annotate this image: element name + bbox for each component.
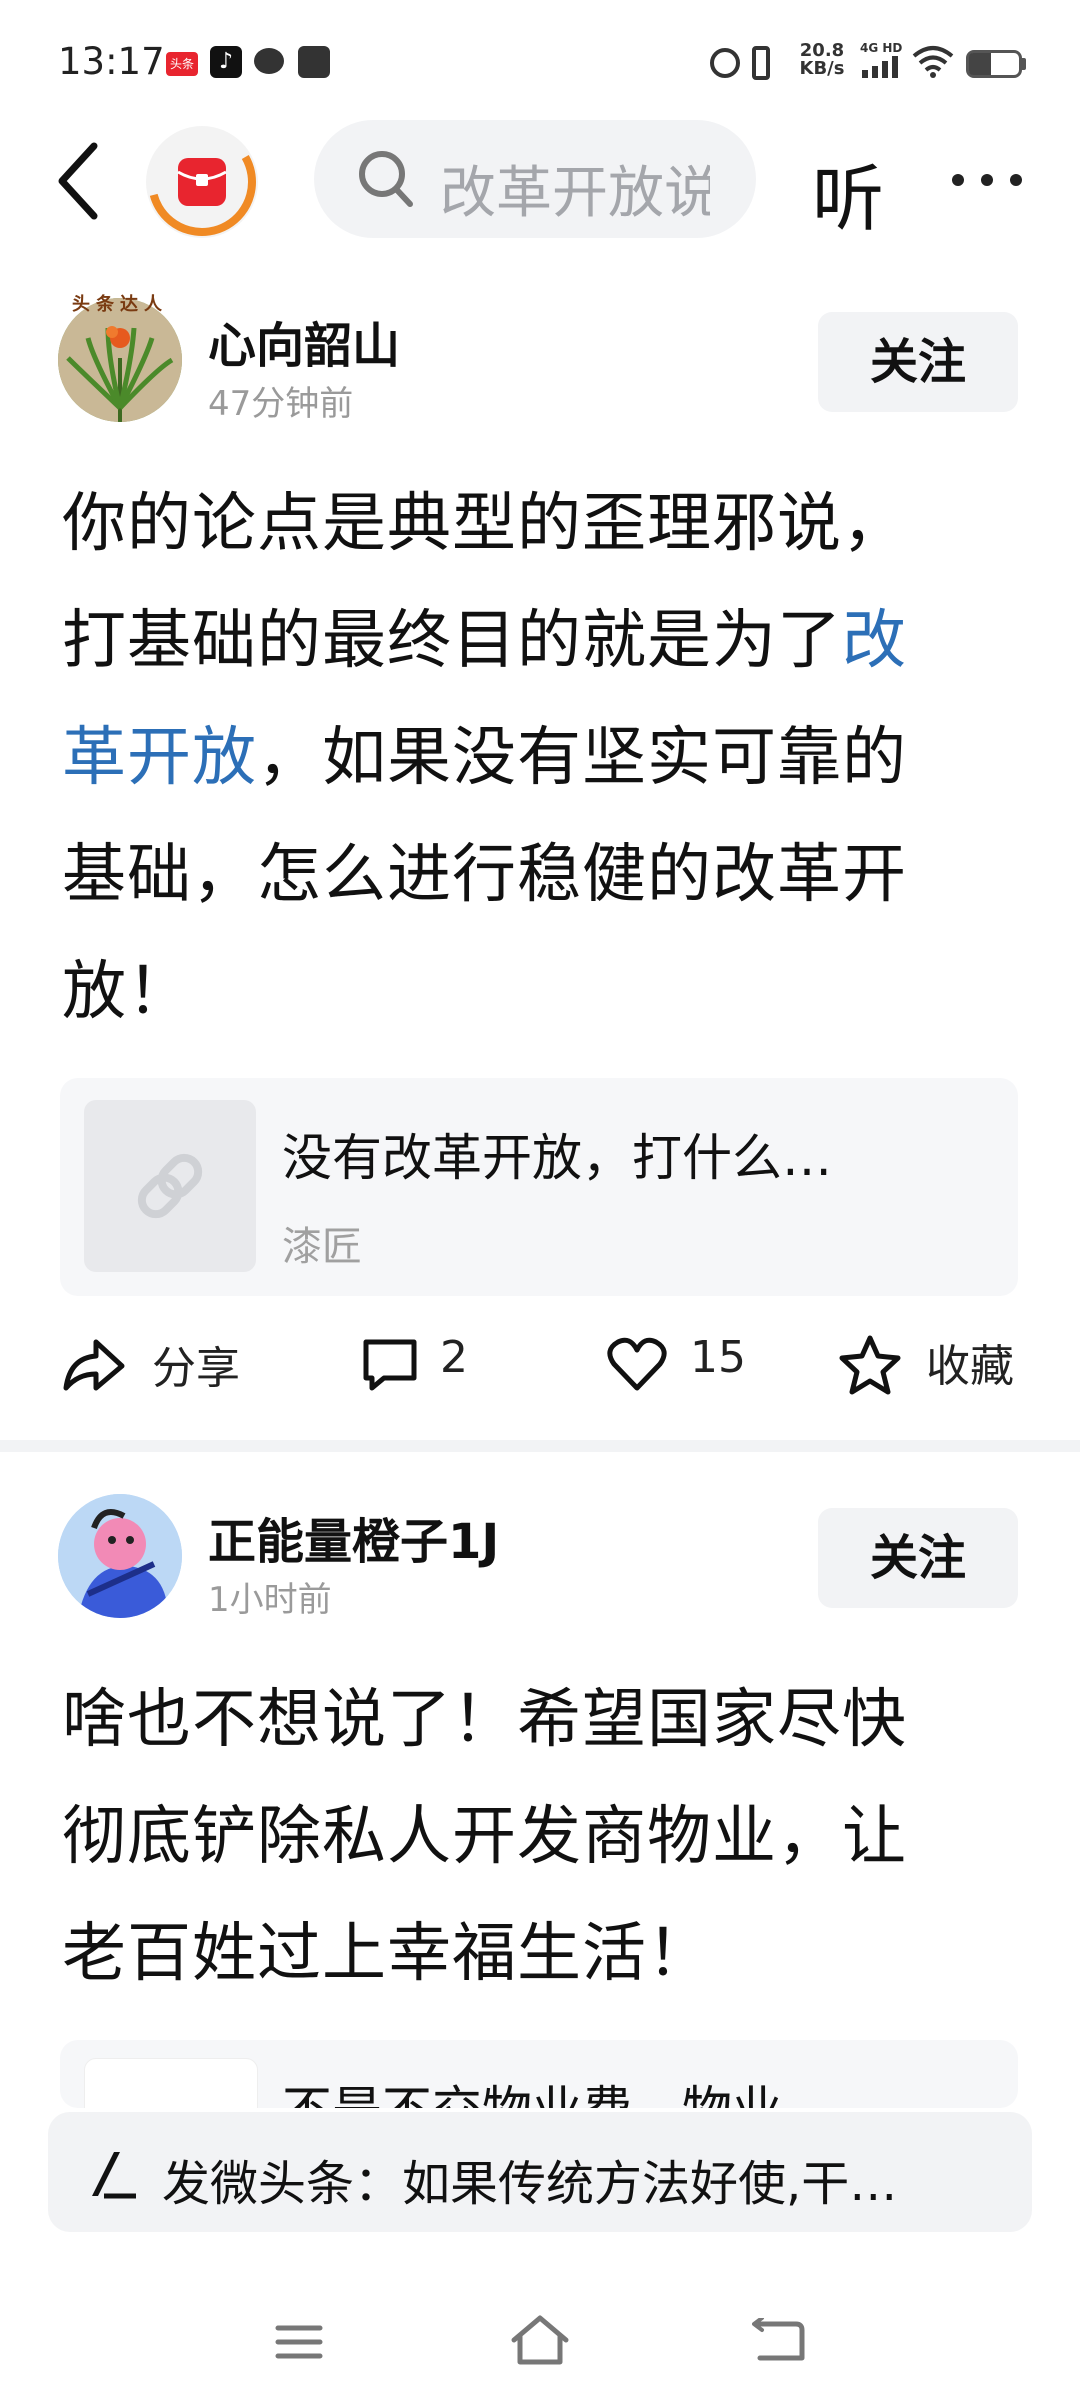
- compose-prompt[interactable]: 发微头条：如果传统方法好使,干…: [162, 2144, 897, 2214]
- toutiao-icon: 头条: [166, 52, 198, 76]
- wifi-icon: [912, 44, 954, 82]
- pen-icon: [84, 2146, 140, 2206]
- share-label: 分享: [152, 1343, 240, 1394]
- back-nav-button[interactable]: [752, 2316, 806, 2368]
- more-button[interactable]: [948, 168, 1026, 192]
- post-line: 革开放，如果没有坚实可靠的: [62, 700, 1062, 817]
- more-dots-icon: [952, 174, 1022, 186]
- card-title: 不是不交物业费，物业: [282, 2070, 782, 2108]
- alarm-icon: [710, 48, 740, 78]
- author-name[interactable]: 心向韶山: [208, 306, 400, 376]
- link-thumbnail: [84, 1100, 256, 1272]
- post-time: 1小时前: [208, 1580, 332, 1620]
- post-body: 你的论点是典型的歪理邪说， 打基础的最终目的就是为了改 革开放，如果没有坚实可靠…: [62, 466, 1062, 1051]
- post-line: 老百姓过上幸福生活！: [62, 1917, 712, 1991]
- home-icon: [511, 2315, 569, 2365]
- home-nav-button[interactable]: [510, 2314, 570, 2370]
- net-speed: 20.8 KB/s: [790, 42, 854, 78]
- net-speed-unit: KB/s: [799, 58, 845, 79]
- network-label: 4G HD: [860, 41, 903, 55]
- star-icon: [839, 1335, 901, 1395]
- favorite-label: 收藏: [926, 1341, 1014, 1392]
- menu-icon: [275, 2325, 323, 2359]
- cartoon-avatar-image: [58, 1494, 182, 1618]
- post-line: 你的论点是典型的歪理邪说，: [62, 487, 907, 561]
- post-line: 打基础的最终目的就是为了改: [62, 583, 1062, 700]
- vibrate-icon: [752, 46, 770, 80]
- listen-button[interactable]: 听: [812, 140, 884, 245]
- post-time: 47分钟前: [208, 384, 354, 424]
- post-line: 彻底铲除私人开发商物业，让: [62, 1800, 907, 1874]
- follow-button[interactable]: 关注: [818, 1508, 1018, 1608]
- link-thumbnail: [84, 2058, 258, 2108]
- battery-tip: [1022, 58, 1026, 70]
- linked-article-card[interactable]: 不是不交物业费，物业: [60, 2040, 1018, 2108]
- red-packet-icon: [148, 128, 256, 236]
- author-name[interactable]: 正能量橙子1J: [208, 1502, 499, 1572]
- status-time: 13:17: [58, 40, 165, 83]
- comment-icon: [363, 1339, 417, 1391]
- avatar[interactable]: [58, 298, 182, 422]
- share-button[interactable]: 分享: [62, 1328, 262, 1398]
- post-body: 啥也不想说了！希望国家尽快 彻底铲除私人开发商物业，让 老百姓过上幸福生活！: [62, 1662, 1062, 2013]
- comment-count: 2: [440, 1332, 468, 1383]
- chevron-left-icon: [58, 142, 98, 220]
- share-icon: [63, 1339, 125, 1391]
- search-icon: [356, 148, 416, 214]
- search-query[interactable]: 改革开放说: [440, 148, 710, 229]
- topic-link[interactable]: 革开放: [62, 721, 257, 795]
- like-count: 15: [690, 1332, 746, 1383]
- signal-icon: 4G HD: [860, 42, 904, 80]
- menu-nav-button[interactable]: [274, 2322, 324, 2366]
- plant-avatar-image: [58, 298, 182, 422]
- like-button[interactable]: 15: [606, 1328, 766, 1398]
- post-text-span: ，如果没有坚实可靠的: [257, 721, 907, 795]
- follow-button[interactable]: 关注: [818, 312, 1018, 412]
- post-line: 啥也不想说了！希望国家尽快: [62, 1683, 907, 1757]
- link-icon: [137, 1153, 203, 1219]
- expert-badge: 头条达人: [58, 290, 182, 316]
- chat-bubble-icon: [254, 48, 284, 74]
- avatar[interactable]: [58, 1494, 182, 1618]
- post-divider: [0, 1440, 1080, 1452]
- post-line: 放！: [62, 955, 192, 1029]
- heart-icon: [607, 1337, 667, 1391]
- battery-icon: [966, 50, 1022, 78]
- card-title: 没有改革开放，打什么…: [282, 1129, 832, 1187]
- comment-button[interactable]: 2: [360, 1328, 500, 1398]
- red-packet-button[interactable]: [146, 126, 258, 238]
- back-arrow-icon: [752, 2316, 805, 2361]
- message-box-icon: [298, 46, 330, 78]
- post-line: 基础，怎么进行稳健的改革开: [62, 838, 907, 912]
- post-text-span: 打基础的最终目的就是为了: [62, 604, 842, 678]
- tiktok-icon: ♪: [210, 46, 242, 78]
- toutiao-badge-text: 头条: [169, 57, 194, 71]
- topic-link[interactable]: 改: [842, 604, 907, 678]
- back-button[interactable]: [48, 136, 108, 226]
- card-source: 漆匠: [282, 1224, 362, 1270]
- favorite-button[interactable]: 收藏: [838, 1326, 1028, 1398]
- expert-badge-text: 头条达人: [72, 294, 168, 315]
